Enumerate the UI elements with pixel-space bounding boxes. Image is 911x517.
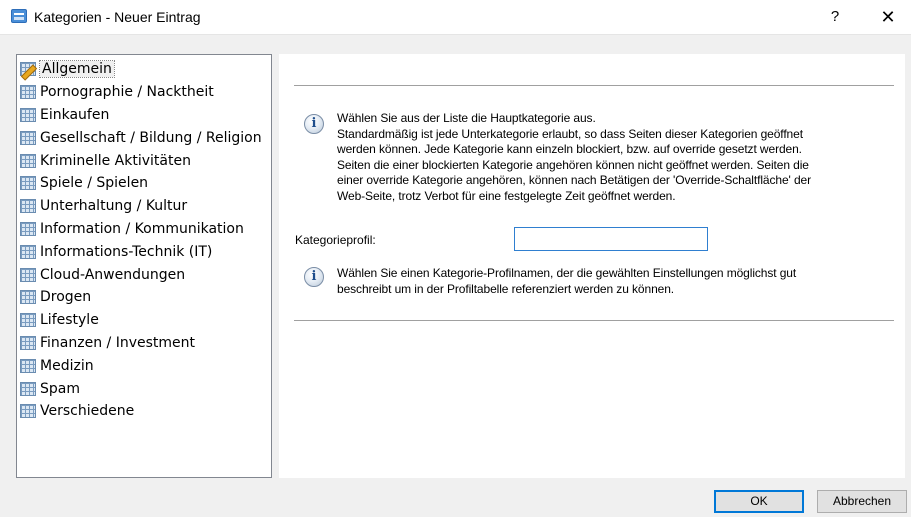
tree-item[interactable]: Gesellschaft / Bildung / Religion <box>17 126 271 149</box>
tree-item[interactable]: Kriminelle Aktivitäten <box>17 149 271 172</box>
tree-item[interactable]: Spam <box>17 377 271 400</box>
detail-panel: i Wählen Sie aus der Liste die Hauptkate… <box>279 54 905 478</box>
tree-item[interactable]: Einkaufen <box>17 104 271 127</box>
info-line: Wählen Sie einen Kategorie-Profilnamen, … <box>337 266 797 280</box>
grid-icon <box>20 199 36 214</box>
tree-item[interactable]: Spiele / Spielen <box>17 172 271 195</box>
info-line: Web-Seite, trotz Verbot für eine festgel… <box>337 188 676 203</box>
tree-item[interactable]: Drogen <box>17 286 271 309</box>
grid-icon <box>20 267 36 282</box>
tree-item-label: Spam <box>40 380 80 397</box>
divider-top <box>294 85 894 86</box>
tree-item-label: Kriminelle Aktivitäten <box>40 152 191 169</box>
grid-icon <box>20 290 36 305</box>
tree-item-label: Informations-Technik (IT) <box>40 243 213 260</box>
main-category-info: Wählen Sie aus der Liste die Hauptkatego… <box>337 111 897 205</box>
profile-info: Wählen Sie einen Kategorie-Profilnamen, … <box>337 266 897 297</box>
tree-item-label: Pornographie / Nacktheit <box>40 84 214 101</box>
tree-item[interactable]: Medizin <box>17 354 271 377</box>
grid-icon <box>20 107 36 122</box>
tree-item-label: Verschiedene <box>40 403 135 420</box>
category-tree[interactable]: Allgemein Pornographie / Nacktheit Einkauf… <box>16 54 272 478</box>
tree-item-label: Finanzen / Investment <box>40 334 195 351</box>
tree-item[interactable]: Lifestyle <box>17 309 271 332</box>
grid-icon <box>20 381 36 396</box>
edit-grid-icon <box>20 62 36 77</box>
tree-item[interactable]: Information / Kommunikation <box>17 218 271 241</box>
grid-icon <box>20 358 36 373</box>
close-button[interactable]: ✕ <box>875 6 901 28</box>
info-line: beschreibt um in der Profiltabelle refer… <box>337 281 675 296</box>
ok-button[interactable]: OK <box>714 490 804 513</box>
app-icon <box>11 9 27 23</box>
info-line: einer override Kategorie angehören, könn… <box>337 173 811 188</box>
grid-icon <box>20 221 36 236</box>
tree-item-label: Spiele / Spielen <box>40 175 149 192</box>
grid-icon <box>20 335 36 350</box>
divider-bottom <box>294 320 894 321</box>
tree-item-label: Unterhaltung / Kultur <box>40 198 188 215</box>
grid-icon <box>20 404 36 419</box>
tree-item[interactable]: Verschiedene <box>17 400 271 423</box>
grid-icon <box>20 153 36 168</box>
grid-icon <box>20 244 36 259</box>
info-icon: i <box>304 114 324 134</box>
help-button[interactable]: ? <box>822 6 848 28</box>
tree-item-label: Gesellschaft / Bildung / Religion <box>40 129 262 146</box>
tree-item-label: Drogen <box>40 289 92 306</box>
tree-item-label: Information / Kommunikation <box>40 220 244 237</box>
profile-label: Kategorieprofil: <box>295 233 376 247</box>
tree-item[interactable]: Cloud-Anwendungen <box>17 263 271 286</box>
profile-name-input[interactable] <box>514 227 708 251</box>
tree-item[interactable]: Allgemein <box>17 58 271 81</box>
tree-item[interactable]: Pornographie / Nacktheit <box>17 81 271 104</box>
info-line: Wählen Sie aus der Liste die Hauptkatego… <box>337 111 596 125</box>
title-bar: Kategorien - Neuer Eintrag ? ✕ <box>0 0 911 35</box>
grid-icon <box>20 313 36 328</box>
info-icon: i <box>304 267 324 287</box>
cancel-button[interactable]: Abbrechen <box>817 490 907 513</box>
window-title: Kategorien - Neuer Eintrag <box>34 9 201 25</box>
info-line: Standardmäßig ist jede Unterkategorie er… <box>337 126 803 141</box>
grid-icon <box>20 130 36 145</box>
tree-item-label: Allgemein <box>39 60 115 79</box>
tree-item-label: Lifestyle <box>40 312 99 329</box>
grid-icon <box>20 176 36 191</box>
tree-item-label: Medizin <box>40 357 94 374</box>
info-line: Seiten die einer blockierten Kategorie a… <box>337 157 809 172</box>
tree-item[interactable]: Informations-Technik (IT) <box>17 240 271 263</box>
tree-item[interactable]: Unterhaltung / Kultur <box>17 195 271 218</box>
tree-item[interactable]: Finanzen / Investment <box>17 332 271 355</box>
info-line: werden können. Jede Kategorie kann einze… <box>337 142 802 157</box>
tree-item-label: Cloud-Anwendungen <box>40 266 186 283</box>
grid-icon <box>20 85 36 100</box>
tree-item-label: Einkaufen <box>40 106 110 123</box>
